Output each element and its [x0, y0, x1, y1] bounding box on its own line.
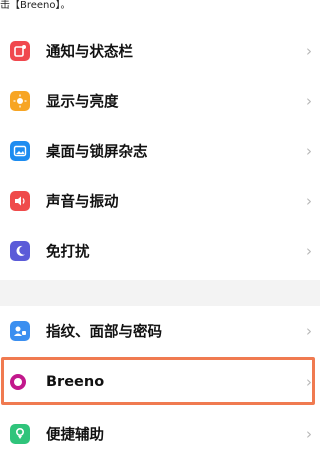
chevron-right-icon: ›	[306, 192, 312, 210]
section-separator	[0, 280, 320, 306]
menu-item-dnd[interactable]: 免打扰 ›	[0, 226, 320, 276]
menu-item-fingerprint[interactable]: 指纹、面部与密码 ›	[0, 306, 320, 356]
chevron-right-icon: ›	[306, 242, 312, 260]
menu-item-display[interactable]: 显示与亮度 ›	[0, 76, 320, 126]
menu-label: 桌面与锁屏杂志	[46, 144, 148, 161]
menu-label: 指纹、面部与密码	[46, 324, 162, 341]
menu-item-wallpaper[interactable]: 桌面与锁屏杂志 ›	[0, 126, 320, 176]
menu-label: 便捷辅助	[46, 427, 104, 444]
chevron-right-icon: ›	[306, 142, 312, 160]
menu-label: 显示与亮度	[46, 94, 119, 111]
moon-icon	[10, 241, 30, 261]
menu-item-notification[interactable]: 通知与状态栏 ›	[0, 26, 320, 76]
highlight-box	[1, 357, 315, 405]
chevron-right-icon: ›	[306, 322, 312, 340]
accessibility-icon	[10, 424, 30, 444]
menu-label: 通知与状态栏	[46, 44, 133, 61]
chevron-right-icon: ›	[306, 42, 312, 60]
notification-icon	[10, 41, 30, 61]
chevron-right-icon: ›	[306, 92, 312, 110]
menu-label: 声音与振动	[46, 194, 119, 211]
wallpaper-icon	[10, 141, 30, 161]
menu-item-accessibility[interactable]: 便捷辅助 ›	[0, 409, 320, 459]
speaker-icon	[10, 191, 30, 211]
brightness-icon	[10, 91, 30, 111]
fingerprint-icon	[10, 321, 30, 341]
menu-item-sound[interactable]: 声音与振动 ›	[0, 176, 320, 226]
instruction-hint: 击【Breeno】。	[0, 0, 71, 11]
chevron-right-icon: ›	[306, 425, 312, 443]
menu-label: 免打扰	[46, 244, 90, 261]
